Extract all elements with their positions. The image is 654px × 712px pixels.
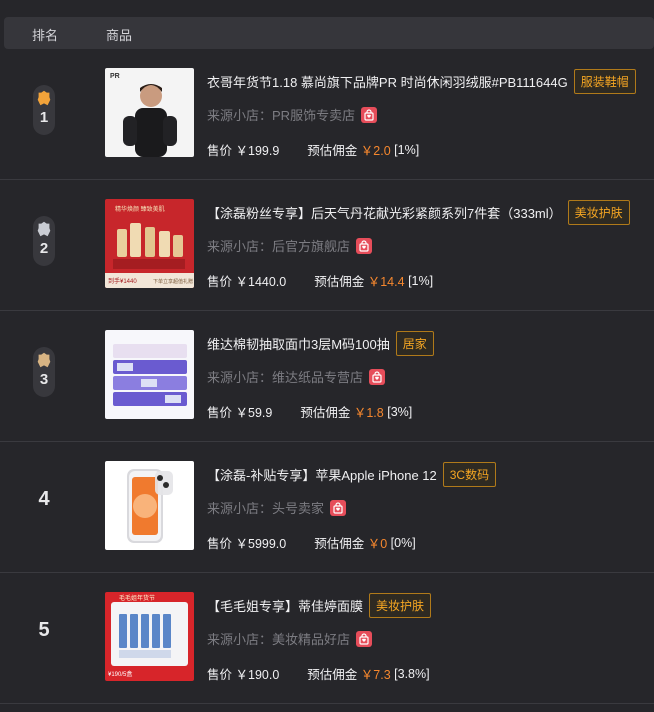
rank-number: 3	[39, 371, 49, 388]
shop-source: 来源小店： 后官方旗舰店	[207, 236, 373, 255]
rank-pill: 1	[33, 85, 55, 135]
product-title[interactable]: 【涂磊-补贴专享】苹果Apple iPhone 12	[207, 465, 437, 484]
product-image[interactable]: PR	[105, 68, 194, 157]
rank-cell: 3	[24, 347, 64, 397]
shop-prefix: 来源小店：	[207, 501, 273, 516]
category-badge: 居家	[395, 331, 434, 356]
commission-value: ￥1.8	[353, 406, 384, 420]
price-info: 售价 ￥190.0 预估佣金 ￥7.3 [3.8%]	[207, 664, 430, 683]
medal-icon	[37, 352, 51, 368]
price-info: 售价 ￥59.9 预估佣金 ￥1.8 [3%]	[207, 402, 412, 421]
price-value: ￥5999.0	[235, 537, 287, 551]
price-value: ￥190.0	[235, 668, 280, 682]
shop-bag-icon[interactable]	[330, 499, 347, 516]
product-image[interactable]	[105, 461, 194, 550]
list-item[interactable]: 3 维达棉韧抽取面巾3层M码100抽 居家 来源小店： 维达纸品专营店 售价 ￥…	[0, 311, 654, 442]
table-header: 排名 商品	[4, 17, 654, 49]
rank-number: 2	[39, 240, 49, 257]
rank-cell: 1	[24, 85, 64, 135]
price-label: 售价	[207, 537, 233, 551]
price-label: 售价	[207, 406, 233, 420]
rank-pill: 3	[33, 347, 55, 397]
thumb-banner-text: 毛毛姐年货节	[119, 594, 155, 602]
rank-number: 5	[38, 619, 50, 641]
product-image[interactable]	[105, 330, 194, 419]
shop-name[interactable]: 美妆精品好店	[272, 629, 350, 648]
price-label: 售价	[207, 144, 233, 158]
product-title[interactable]: 【涂磊粉丝专享】后天气丹花献光彩紧颜系列7件套（333ml）	[207, 203, 562, 222]
shop-prefix: 来源小店：	[207, 632, 273, 647]
price-value: ￥59.9	[235, 406, 273, 420]
commission-value: ￥0	[367, 537, 388, 551]
rank-number: 4	[38, 488, 50, 510]
shop-bag-icon[interactable]	[356, 237, 373, 254]
commission-value: ￥2.0	[360, 144, 391, 158]
product-title[interactable]: 维达棉韧抽取面巾3层M码100抽	[207, 334, 390, 353]
list-item[interactable]: 2 精华焕颜 臻致美肌 到手¥1440 下单立享超值礼赠 【涂磊粉丝专享】后天气…	[0, 180, 654, 311]
shop-source: 来源小店： 头号卖家	[207, 498, 347, 517]
product-image[interactable]: 毛毛姐年货节 ¥190/5盒	[105, 592, 194, 681]
category-badge: 美妆护肤	[567, 200, 630, 225]
shop-prefix: 来源小店：	[207, 108, 273, 123]
commission-rate: [0%]	[390, 535, 416, 550]
product-image[interactable]: 精华焕颜 臻致美肌 到手¥1440 下单立享超值礼赠	[105, 199, 194, 288]
medal-icon	[37, 90, 51, 106]
shop-source: 来源小店： 维达纸品专营店	[207, 367, 386, 386]
ranking-list: 1 PR 衣哥年货节1.18 慕尚旗下品牌PR 时尚休闲羽绒服#PB111644…	[0, 49, 654, 704]
price-value: ￥199.9	[235, 144, 280, 158]
price-label: 售价	[207, 668, 233, 682]
commission-value: ￥7.3	[360, 668, 391, 682]
price-value: ￥1440.0	[235, 275, 287, 289]
commission-label: 预估佣金	[314, 275, 365, 289]
commission-label: 预估佣金	[307, 144, 358, 158]
category-badge: 服装鞋帽	[573, 69, 636, 94]
product-title[interactable]: 衣哥年货节1.18 慕尚旗下品牌PR 时尚休闲羽绒服#PB111644G	[207, 72, 568, 91]
commission-label: 预估佣金	[314, 537, 365, 551]
commission-rate: [1%]	[408, 273, 434, 288]
thumb-banner-text: 精华焕颜 臻致美肌	[115, 205, 165, 213]
commission-rate: [3%]	[387, 404, 413, 419]
shop-bag-icon[interactable]	[356, 630, 373, 647]
shop-bag-icon[interactable]	[369, 368, 386, 385]
thumb-sub-text: 下单立享超值礼赠	[153, 278, 193, 285]
rank-pill: 2	[33, 216, 55, 266]
commission-label: 预估佣金	[300, 406, 351, 420]
category-badge: 3C数码	[442, 462, 497, 487]
shop-source: 来源小店： PR服饰专卖店	[207, 105, 378, 124]
commission-rate: [1%]	[394, 142, 420, 157]
shop-name[interactable]: 头号卖家	[272, 498, 324, 517]
shop-source: 来源小店： 美妆精品好店	[207, 629, 373, 648]
product-column-header: 商品	[106, 28, 133, 43]
shop-name[interactable]: 后官方旗舰店	[272, 236, 350, 255]
price-label: 售价	[207, 275, 233, 289]
list-item[interactable]: 4 【涂磊-补贴专享】苹果Apple iPhone 12 3C数码 来源小店：头…	[0, 442, 654, 573]
list-item[interactable]: 1 PR 衣哥年货节1.18 慕尚旗下品牌PR 时尚休闲羽绒服#PB111644…	[0, 49, 654, 180]
medal-icon	[37, 221, 51, 237]
shop-prefix: 来源小店：	[207, 239, 273, 254]
commission-rate: [3.8%]	[394, 666, 430, 681]
price-info: 售价 ￥1440.0 预估佣金 ￥14.4 [1%]	[207, 271, 433, 290]
commission-value: ￥14.4	[367, 275, 405, 289]
svg-text:PR: PR	[110, 73, 120, 80]
product-title[interactable]: 【毛毛姐专享】蒂佳婷面膜	[207, 596, 363, 615]
rank-column-header: 排名	[32, 28, 59, 43]
thumb-price-text: 到手¥1440	[108, 277, 137, 285]
shop-name[interactable]: 维达纸品专营店	[272, 367, 363, 386]
shop-name[interactable]: PR服饰专卖店	[272, 105, 355, 124]
rank-cell: 2	[24, 216, 64, 266]
thumb-price-text: ¥190/5盒	[108, 670, 132, 678]
category-badge: 美妆护肤	[369, 593, 432, 618]
price-info: 售价 ￥199.9 预估佣金 ￥2.0 [1%]	[207, 140, 419, 159]
list-item[interactable]: 5 毛毛姐年货节 ¥190/5盒 【毛毛姐专享】蒂佳婷面膜 美妆护肤 来源小店：…	[0, 573, 654, 704]
price-info: 售价 ￥5999.0 预估佣金 ￥0 [0%]	[207, 533, 416, 552]
shop-prefix: 来源小店：	[207, 370, 273, 385]
rank-number: 1	[39, 109, 49, 126]
shop-bag-icon[interactable]	[361, 106, 378, 123]
commission-label: 预估佣金	[307, 668, 358, 682]
